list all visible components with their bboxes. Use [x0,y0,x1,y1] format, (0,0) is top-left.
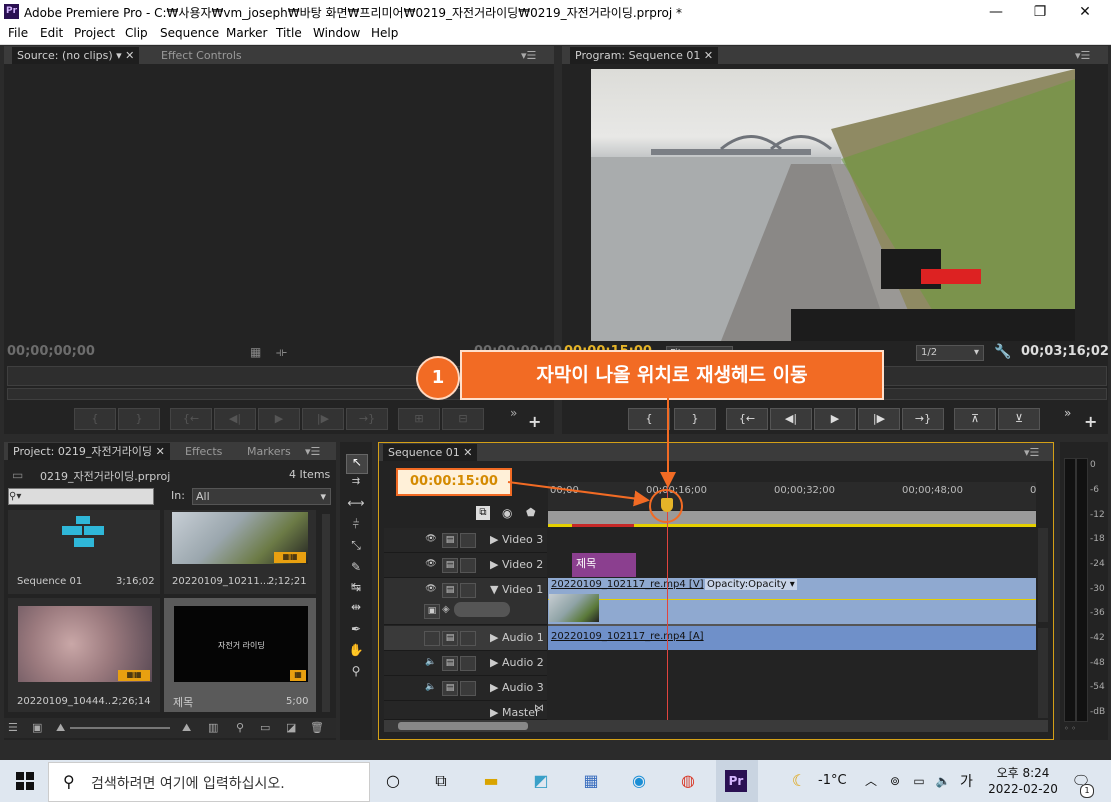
meter-label: -18 [1090,534,1105,544]
meter-bar-left [1064,458,1076,722]
taskbar: ⚲ 검색하려면 여기에 입력하십시오. ○ ⧉ ▬ ◩ ▦ ◉ ◍ Pr ☾ -… [0,760,1111,802]
meter-label: -42 [1090,633,1105,643]
temperature: -1°C [818,773,847,788]
meter-label: -12 [1090,510,1105,520]
network-icon[interactable]: ▭ [906,769,932,793]
clock-time[interactable]: 오후 8:24 [993,764,1053,781]
notepad-icon[interactable]: ◩ [528,769,554,793]
meter-label: -54 [1090,682,1105,692]
arrow-from-timecode [507,481,650,507]
meter-label: -24 [1090,559,1105,569]
search-icon: ⚲ [63,772,75,791]
windows-start-icon[interactable] [12,769,38,793]
meter-label: -dB [1090,707,1106,717]
edge-browser-icon[interactable]: ◉ [626,769,652,793]
meter-label: -48 [1090,658,1105,668]
premiere-taskbar-button[interactable]: Pr [716,760,758,802]
premiere-app-icon: Pr [725,770,747,792]
clock-date[interactable]: 2022-02-20 [984,782,1062,796]
volume-icon[interactable]: 🔈 [930,769,956,793]
callout-arrows [507,397,676,507]
meter-label: -30 [1090,584,1105,594]
notification-count: 1 [1080,784,1094,798]
chrome-browser-icon[interactable]: ◍ [675,769,701,793]
meter-bar-right [1076,458,1088,722]
task-view-icon[interactable]: ⧉ [428,769,454,793]
weather-moon-icon[interactable]: ☾ [786,769,812,793]
file-explorer-icon[interactable]: ▬ [478,769,504,793]
cortana-icon[interactable]: ○ [380,769,406,793]
ime-indicator[interactable]: 가 [960,771,973,791]
meter-label: -36 [1090,608,1105,618]
chevron-up-icon[interactable]: ︿ [858,769,884,793]
calculator-icon[interactable]: ▦ [578,769,604,793]
meter-label: -6 [1090,485,1099,495]
solo-buttons[interactable]: ◦ ◦ [1064,724,1076,733]
meter-label: 0 [1090,460,1096,470]
taskbar-search-box[interactable]: ⚲ 검색하려면 여기에 입력하십시오. [48,762,370,802]
meet-now-icon[interactable]: ⊚ [882,769,908,793]
search-placeholder: 검색하려면 여기에 입력하십시오. [91,776,285,792]
